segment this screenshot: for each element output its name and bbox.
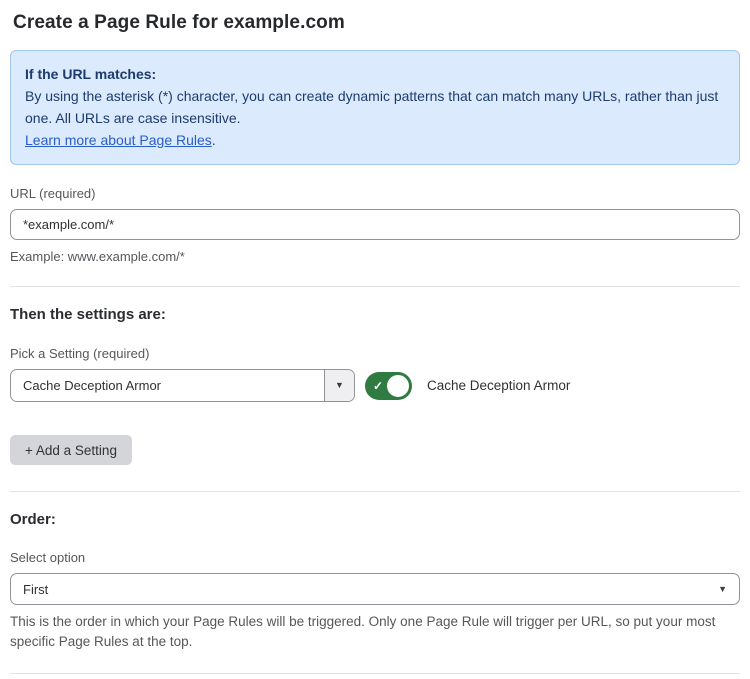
link-period: . — [212, 132, 216, 148]
pick-setting-label: Pick a Setting (required) — [10, 346, 740, 361]
url-example-helper: Example: www.example.com/* — [10, 247, 740, 267]
url-field-label: URL (required) — [10, 186, 740, 201]
info-box-link-line: Learn more about Page Rules. — [25, 129, 725, 151]
info-box-body: By using the asterisk (*) character, you… — [25, 85, 725, 129]
url-input[interactable] — [10, 209, 740, 240]
url-matches-info-box: If the URL matches: By using the asteris… — [10, 50, 740, 165]
setting-row: Cache Deception Armor ▼ ✓ Cache Deceptio… — [10, 369, 740, 402]
setting-select-value: Cache Deception Armor — [11, 370, 324, 401]
add-setting-button[interactable]: + Add a Setting — [10, 435, 132, 465]
divider — [10, 286, 740, 287]
settings-section-heading: Then the settings are: — [10, 306, 740, 323]
divider — [10, 673, 740, 674]
order-section-heading: Order: — [10, 511, 740, 528]
divider — [10, 491, 740, 492]
setting-select-arrow-button[interactable]: ▼ — [324, 370, 354, 401]
cache-deception-armor-toggle[interactable]: ✓ — [365, 372, 412, 400]
order-select-label: Select option — [10, 550, 740, 565]
order-select[interactable]: First ▼ — [10, 573, 740, 605]
order-select-arrow: ▼ — [718, 574, 739, 604]
page-title: Create a Page Rule for example.com — [13, 12, 740, 34]
create-page-rule-form: Create a Page Rule for example.com If th… — [0, 0, 750, 679]
toggle-knob — [385, 373, 411, 399]
chevron-down-icon: ▼ — [718, 585, 727, 594]
check-icon: ✓ — [373, 380, 383, 392]
info-box-heading: If the URL matches: — [25, 63, 725, 85]
learn-more-link[interactable]: Learn more about Page Rules — [25, 132, 212, 148]
chevron-down-icon: ▼ — [335, 381, 344, 390]
order-helper-text: This is the order in which your Page Rul… — [10, 612, 732, 652]
order-select-value: First — [11, 574, 718, 604]
setting-select[interactable]: Cache Deception Armor ▼ — [10, 369, 355, 402]
toggle-setting-label: Cache Deception Armor — [427, 378, 570, 393]
